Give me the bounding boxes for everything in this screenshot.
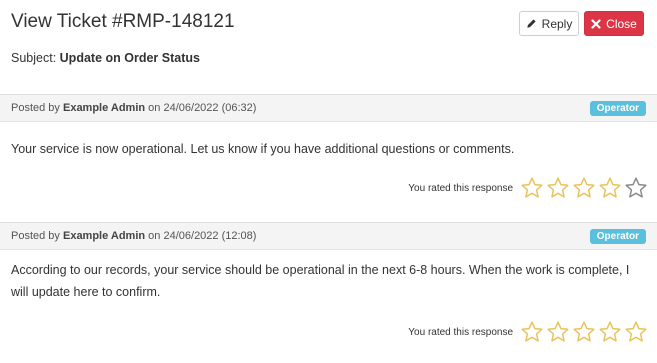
on-label: on: [148, 230, 161, 242]
on-label: on: [148, 102, 161, 114]
star-icon[interactable]: [624, 320, 648, 344]
post-meta: Posted by Example Admin on 24/06/2022 (0…: [11, 102, 256, 114]
post-header: Posted by Example Admin on 24/06/2022 (0…: [0, 94, 657, 122]
reply-button-label: Reply: [541, 16, 573, 31]
posted-by-label: Posted by: [11, 230, 60, 242]
rating-stars: [518, 320, 648, 344]
post-author: Example Admin: [62, 102, 146, 114]
post-message: According to our records, your service s…: [11, 263, 630, 299]
operator-badge: Operator: [589, 101, 646, 116]
rating-stars: [518, 176, 648, 200]
post-header: Posted by Example Admin on 24/06/2022 (1…: [0, 222, 657, 250]
post-author: Example Admin: [62, 230, 146, 242]
star-icon[interactable]: [546, 320, 570, 344]
ticket-reply-post: Posted by Example Admin on 24/06/2022 (1…: [0, 222, 657, 363]
subject-label: Subject:: [11, 51, 57, 65]
ticket-header: View Ticket #RMP-148121 Reply Close: [0, 0, 657, 46]
post-message: Your service is now operational. Let us …: [11, 142, 515, 156]
star-icon[interactable]: [572, 320, 596, 344]
page-title: View Ticket #RMP-148121: [11, 11, 235, 32]
rating-label: You rated this response: [408, 182, 513, 194]
post-datetime: 24/06/2022 (06:32): [163, 102, 257, 114]
star-icon[interactable]: [598, 176, 622, 200]
star-icon[interactable]: [520, 176, 544, 200]
pencil-icon: [526, 18, 537, 29]
star-icon[interactable]: [598, 320, 622, 344]
operator-badge: Operator: [589, 229, 646, 244]
star-icon[interactable]: [520, 320, 544, 344]
close-button-label: Close: [606, 16, 637, 31]
star-icon[interactable]: [572, 176, 596, 200]
close-button[interactable]: Close: [584, 11, 644, 36]
subject-value: Update on Order Status: [59, 51, 200, 65]
reply-button[interactable]: Reply: [519, 11, 579, 36]
rating-label: You rated this response: [408, 326, 513, 338]
post-meta: Posted by Example Admin on 24/06/2022 (1…: [11, 230, 256, 242]
times-icon: [591, 18, 601, 29]
ticket-reply-post: Posted by Example Admin on 24/06/2022 (0…: [0, 94, 657, 218]
ticket-subject: Subject: Update on Order Status: [11, 51, 200, 65]
star-icon[interactable]: [546, 176, 570, 200]
post-datetime: 24/06/2022 (12:08): [163, 230, 257, 242]
response-rating: You rated this response: [408, 320, 648, 344]
posted-by-label: Posted by: [11, 102, 60, 114]
star-icon[interactable]: [624, 176, 648, 200]
response-rating: You rated this response: [408, 176, 648, 200]
